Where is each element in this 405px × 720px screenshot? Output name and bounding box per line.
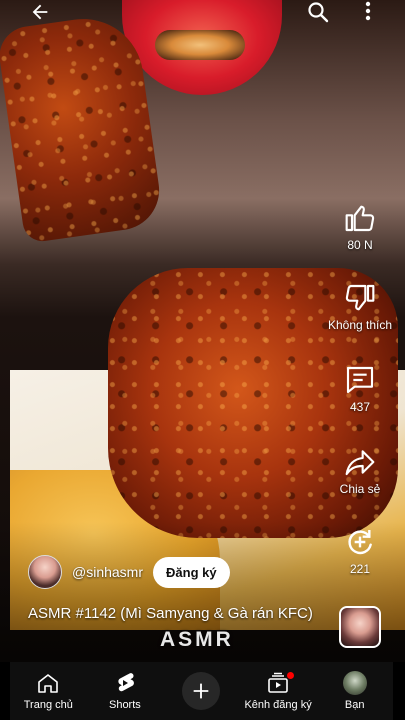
like-count: 80 N	[347, 238, 373, 252]
channel-handle[interactable]: @sinhasmr	[72, 564, 143, 580]
nav-create[interactable]	[165, 672, 237, 710]
comments-button[interactable]: 437	[315, 364, 405, 414]
thumb-down-icon	[345, 284, 375, 311]
subscribe-button[interactable]: Đăng ký	[153, 556, 230, 588]
nav-subscriptions[interactable]: Kênh đăng ký	[242, 671, 314, 711]
remix-icon	[348, 530, 372, 555]
nav-subscriptions-label: Kênh đăng ký	[244, 699, 312, 711]
plus-icon	[194, 683, 209, 699]
thumb-up-icon	[345, 205, 375, 232]
comments-count: 437	[349, 400, 371, 414]
sound-thumbnail[interactable]	[339, 606, 381, 648]
more-options-button[interactable]	[356, 0, 380, 24]
dislike-button[interactable]: Không thích	[315, 282, 405, 332]
nav-shorts-label: Shorts	[108, 699, 141, 711]
search-icon	[308, 2, 329, 23]
video-watermark: ASMR	[160, 628, 234, 651]
video-food-in-mouth	[155, 30, 245, 60]
remix-count: 221	[349, 562, 371, 576]
nav-shorts[interactable]: Shorts	[89, 671, 161, 711]
channel-avatar[interactable]	[28, 555, 62, 589]
video-title[interactable]: ASMR #1142 (Mì Samyang & Gà rán KFC)	[28, 604, 328, 624]
share-icon	[345, 450, 375, 476]
dislike-label: Không thích	[327, 318, 393, 332]
nav-home-label: Trang chủ	[23, 699, 73, 711]
create-button[interactable]	[182, 672, 221, 710]
shorts-icon	[118, 673, 134, 692]
like-button[interactable]: 80 N	[315, 202, 405, 252]
bottom-nav: Trang chủ Shorts Kênh đăng ký Bạn	[10, 662, 393, 720]
share-label: Chia sẻ	[339, 482, 381, 496]
comment-icon	[346, 366, 374, 394]
subscriptions-badge	[287, 672, 295, 679]
nav-home[interactable]: Trang chủ	[12, 671, 84, 711]
remix-button[interactable]: 221	[315, 526, 405, 576]
arrow-left-icon	[32, 4, 48, 20]
share-button[interactable]: Chia sẻ	[315, 446, 405, 496]
back-button[interactable]	[26, 0, 54, 24]
more-vert-icon	[365, 1, 371, 21]
avatar-icon	[342, 671, 367, 695]
channel-row: @sinhasmr Đăng ký	[28, 555, 230, 589]
search-button[interactable]	[304, 0, 332, 24]
home-icon	[38, 674, 59, 693]
top-bar	[0, 0, 405, 24]
nav-you-label: Bạn	[344, 699, 365, 711]
nav-you[interactable]: Bạn	[319, 671, 391, 711]
